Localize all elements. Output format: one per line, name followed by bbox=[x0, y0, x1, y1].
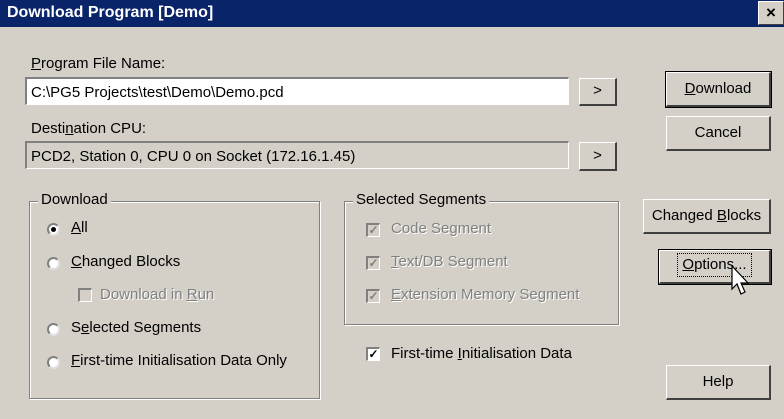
download-group-title: Download bbox=[38, 191, 111, 208]
cancel-button[interactable]: Cancel bbox=[666, 116, 771, 151]
first-time-init-checkbox[interactable]: ✓ bbox=[366, 347, 380, 361]
code-segment-label: Code Segment bbox=[391, 220, 492, 237]
extension-segment-checkbox[interactable]: ✓ bbox=[366, 289, 380, 303]
download-in-run-label: Download in Run bbox=[100, 286, 215, 303]
program-file-browse-button[interactable]: > bbox=[579, 78, 617, 106]
arrow-cursor-icon bbox=[731, 265, 750, 295]
close-button[interactable]: × bbox=[758, 1, 784, 25]
destination-cpu-label: Destination CPU: bbox=[31, 120, 147, 137]
program-file-label: Program File Name: bbox=[31, 55, 166, 72]
download-in-run-checkbox[interactable] bbox=[78, 288, 92, 302]
radio-changed-blocks-label[interactable]: Changed Blocks bbox=[71, 253, 180, 270]
destination-browse-button[interactable]: > bbox=[579, 142, 617, 171]
text-db-segment-checkbox[interactable]: ✓ bbox=[366, 256, 380, 270]
radio-first-time-only[interactable] bbox=[47, 356, 60, 369]
radio-dot-icon bbox=[51, 227, 56, 232]
radio-first-time-only-label[interactable]: First-time Initialisation Data Only bbox=[71, 352, 287, 369]
options-button[interactable]: Options... bbox=[658, 249, 772, 285]
changed-blocks-button[interactable]: Changed Blocks bbox=[643, 199, 771, 234]
download-button[interactable]: Download bbox=[665, 71, 772, 108]
radio-all-label[interactable]: All bbox=[71, 219, 88, 236]
first-time-init-label[interactable]: First-time Initialisation Data bbox=[391, 345, 572, 362]
destination-cpu-field: PCD2, Station 0, CPU 0 on Socket (172.16… bbox=[25, 141, 569, 169]
window-title: Download Program [Demo] bbox=[7, 4, 214, 21]
code-segment-checkbox[interactable]: ✓ bbox=[366, 223, 380, 237]
radio-selected-segments[interactable] bbox=[47, 323, 60, 336]
radio-all[interactable] bbox=[47, 223, 60, 236]
text-db-segment-label: Text/DB Segment bbox=[391, 253, 508, 270]
program-file-label-rest: rogram File Name: bbox=[41, 55, 166, 72]
title-bar: Download Program [Demo] × bbox=[0, 0, 784, 27]
extension-segment-label: Extension Memory Segment bbox=[391, 286, 580, 303]
radio-changed-blocks[interactable] bbox=[47, 257, 60, 270]
radio-selected-segments-label[interactable]: Selected Segments bbox=[71, 319, 201, 336]
program-file-input[interactable]: C:\PG5 Projects\test\Demo\Demo.pcd bbox=[25, 77, 569, 105]
segments-group-title: Selected Segments bbox=[353, 191, 490, 208]
help-button[interactable]: Help bbox=[666, 365, 771, 400]
